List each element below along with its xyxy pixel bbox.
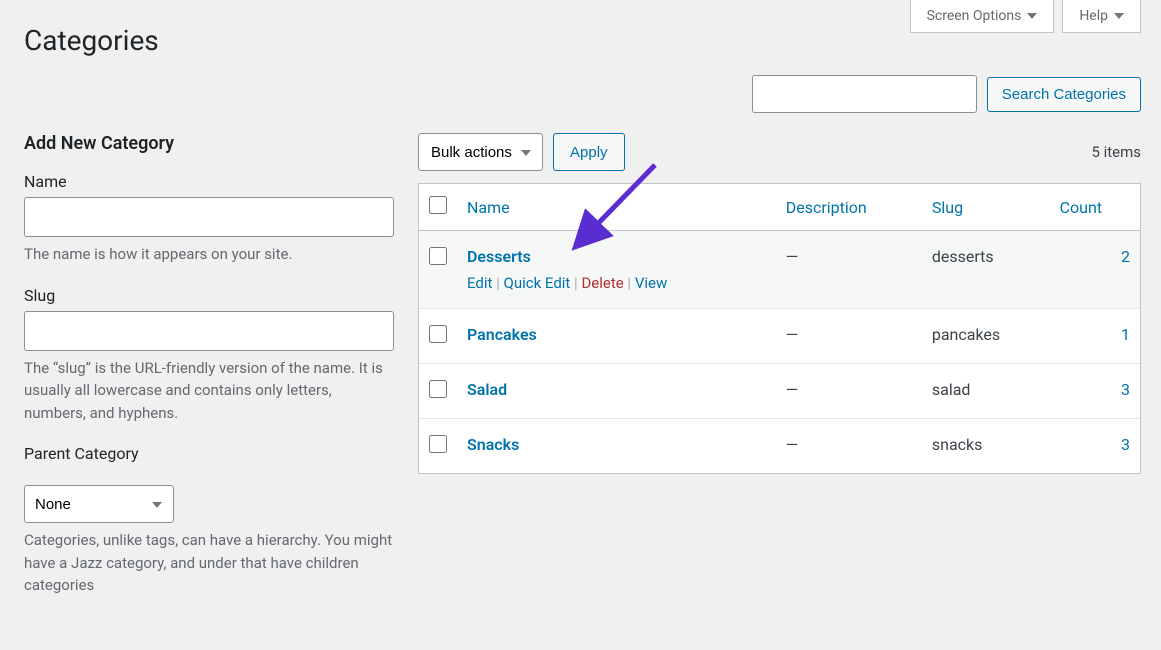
category-name-link[interactable]: Desserts <box>467 247 531 266</box>
table-row: Salad —salad 3 <box>419 364 1140 419</box>
parent-category-label: Parent Category <box>24 444 394 463</box>
category-name-input[interactable] <box>24 197 394 237</box>
row-checkbox[interactable] <box>429 380 447 398</box>
description-cell: — <box>776 309 922 364</box>
row-checkbox[interactable] <box>429 247 447 265</box>
select-all-checkbox[interactable] <box>429 196 447 214</box>
description-cell: — <box>776 419 922 473</box>
table-row: Snacks —snacks 3 <box>419 419 1140 473</box>
table-row: Desserts Edit | Quick Edit | Delete | Vie… <box>419 231 1140 309</box>
chevron-down-icon <box>1027 13 1037 19</box>
column-count-header[interactable]: Count <box>1050 184 1140 231</box>
help-label: Help <box>1079 8 1108 24</box>
table-row: Pancakes —pancakes 1 <box>419 309 1140 364</box>
column-name-header[interactable]: Name <box>457 184 776 231</box>
category-name-link[interactable]: Salad <box>467 380 507 399</box>
column-description-header[interactable]: Description <box>776 184 922 231</box>
row-actions: Edit | Quick Edit | Delete | View <box>467 274 766 292</box>
slug-label: Slug <box>24 286 394 305</box>
quick-edit-link[interactable]: Quick Edit <box>504 274 571 292</box>
slug-cell: desserts <box>922 231 1050 309</box>
apply-button[interactable]: Apply <box>553 133 625 171</box>
count-link[interactable]: 1 <box>1121 325 1130 344</box>
row-checkbox[interactable] <box>429 435 447 453</box>
screen-options-label: Screen Options <box>927 8 1022 24</box>
slug-cell: pancakes <box>922 309 1050 364</box>
screen-options-tab[interactable]: Screen Options <box>910 0 1055 33</box>
add-new-category-heading: Add New Category <box>24 133 394 154</box>
name-description: The name is how it appears on your site. <box>24 243 394 266</box>
slug-cell: salad <box>922 364 1050 419</box>
category-name-link[interactable]: Pancakes <box>467 325 537 344</box>
search-categories-button[interactable]: Search Categories <box>987 77 1141 112</box>
categories-table: Name Description Slug Count Desserts Edit… <box>418 183 1141 474</box>
search-input[interactable] <box>752 75 977 113</box>
item-count: 5 items <box>1091 143 1141 161</box>
name-label: Name <box>24 172 394 191</box>
help-tab[interactable]: Help <box>1062 0 1141 33</box>
row-checkbox[interactable] <box>429 325 447 343</box>
bulk-actions-select[interactable]: Bulk actions <box>418 133 543 171</box>
parent-description: Categories, unlike tags, can have a hier… <box>24 529 394 597</box>
count-link[interactable]: 3 <box>1121 380 1130 399</box>
description-cell: — <box>776 231 922 309</box>
category-name-link[interactable]: Snacks <box>467 435 519 454</box>
view-link[interactable]: View <box>635 274 667 292</box>
description-cell: — <box>776 364 922 419</box>
slug-description: The “slug” is the URL-friendly version o… <box>24 357 394 425</box>
parent-category-select[interactable]: None <box>24 485 174 523</box>
edit-link[interactable]: Edit <box>467 274 492 292</box>
chevron-down-icon <box>1114 13 1124 19</box>
delete-link[interactable]: Delete <box>581 274 623 292</box>
slug-cell: snacks <box>922 419 1050 473</box>
count-link[interactable]: 2 <box>1121 247 1130 266</box>
count-link[interactable]: 3 <box>1121 435 1130 454</box>
column-slug-header[interactable]: Slug <box>922 184 1050 231</box>
category-slug-input[interactable] <box>24 311 394 351</box>
